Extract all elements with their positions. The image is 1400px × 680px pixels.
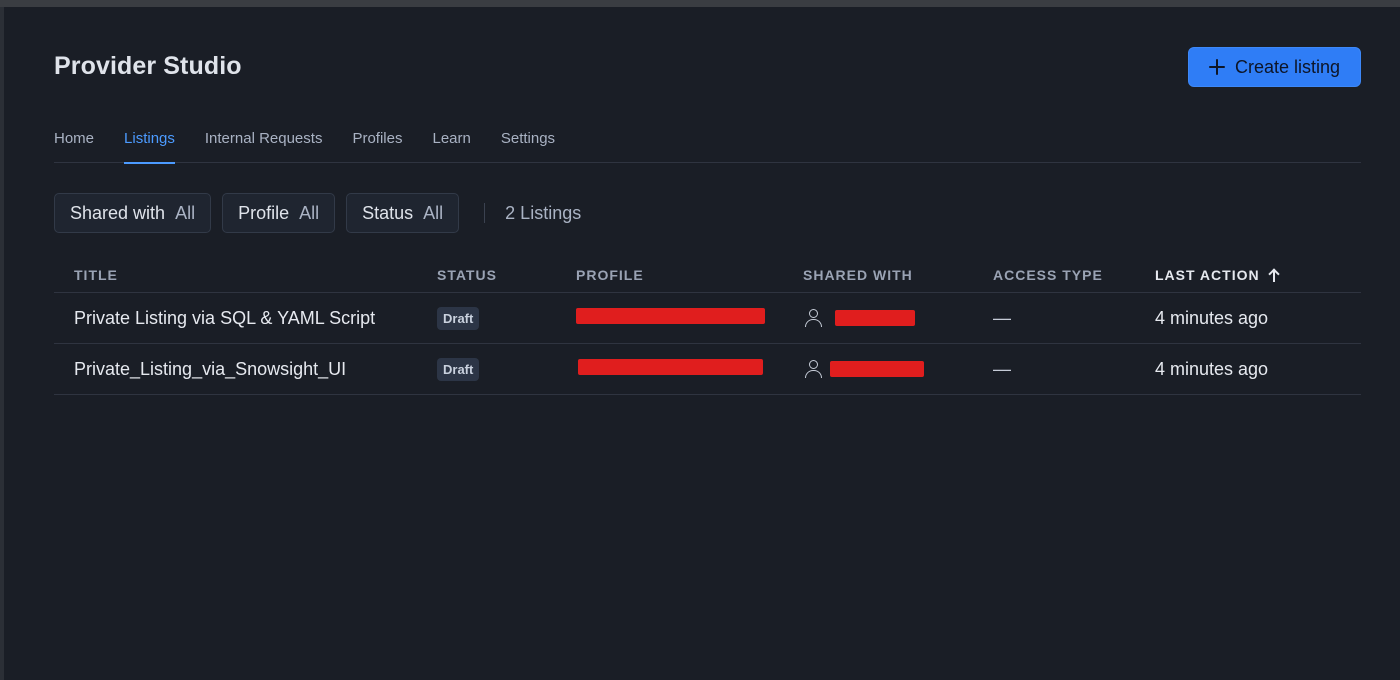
page-header: Provider Studio Create listing: [54, 7, 1361, 107]
provider-studio-page: Provider Studio Create listing Home List…: [54, 7, 1361, 395]
create-listing-label: Create listing: [1234, 56, 1341, 77]
column-header-title[interactable]: TITLE: [54, 267, 437, 283]
filter-value: All: [175, 202, 196, 223]
status-filter[interactable]: Status All: [346, 193, 460, 233]
tab-bar: Home Listings Internal Requests Profiles…: [54, 127, 1361, 164]
tab-profiles[interactable]: Profiles: [352, 127, 402, 163]
filter-bar: Shared with All Profile All Status All 2…: [54, 193, 581, 233]
access-type-cell: —: [993, 358, 1011, 379]
user-icon: [803, 359, 823, 379]
last-action-cell: 4 minutes ago: [1155, 358, 1269, 379]
window-top-bar: [0, 0, 1400, 7]
profile-filter[interactable]: Profile All: [222, 193, 336, 233]
table-header: TITLE STATUS PROFILE SHARED WITH ACCESS …: [54, 257, 1361, 293]
filter-label: Status: [362, 202, 414, 223]
filter-value: All: [423, 202, 444, 223]
access-type-cell: —: [993, 307, 1011, 328]
sort-arrow-up-icon: [1268, 268, 1280, 282]
user-icon: [803, 308, 823, 328]
shared-with-cell: [803, 308, 993, 328]
listing-title[interactable]: Private_Listing_via_Snowsight_UI: [54, 359, 437, 380]
status-badge: Draft: [437, 357, 480, 381]
last-action-cell: 4 minutes ago: [1155, 307, 1269, 328]
profile-cell: [576, 307, 803, 329]
filter-value: All: [299, 202, 320, 223]
column-header-access-type[interactable]: ACCESS TYPE: [993, 267, 1155, 283]
redacted-shared-with: [830, 361, 924, 377]
filter-label: Profile: [238, 202, 290, 223]
shared-with-cell: [803, 359, 993, 379]
tab-settings[interactable]: Settings: [501, 127, 555, 163]
window-left-edge: [0, 7, 4, 680]
filter-divider: [484, 203, 486, 223]
redacted-profile: [578, 358, 763, 375]
column-header-label: LAST ACTION: [1155, 266, 1260, 283]
listing-count: 2 Listings: [505, 202, 582, 223]
column-header-last-action[interactable]: LAST ACTION: [1155, 267, 1361, 283]
table-row[interactable]: Private_Listing_via_Snowsight_UI Draft —…: [54, 344, 1361, 395]
listings-table: TITLE STATUS PROFILE SHARED WITH ACCESS …: [54, 257, 1361, 395]
plus-icon: [1208, 59, 1225, 75]
create-listing-button[interactable]: Create listing: [1188, 47, 1361, 87]
filter-label: Shared with: [70, 202, 166, 223]
table-row[interactable]: Private Listing via SQL & YAML Script Dr…: [54, 293, 1361, 344]
redacted-profile: [576, 307, 765, 324]
page-title: Provider Studio: [54, 52, 242, 80]
tab-home[interactable]: Home: [54, 127, 94, 163]
status-cell: Draft: [437, 306, 576, 330]
listing-title[interactable]: Private Listing via SQL & YAML Script: [54, 308, 437, 329]
profile-cell: [576, 358, 803, 380]
status-cell: Draft: [437, 357, 576, 381]
column-header-profile[interactable]: PROFILE: [576, 267, 803, 283]
shared-with-filter[interactable]: Shared with All: [54, 193, 212, 233]
tab-internal-requests[interactable]: Internal Requests: [205, 127, 323, 163]
redacted-shared-with: [835, 310, 915, 326]
column-header-shared-with[interactable]: SHARED WITH: [803, 267, 993, 283]
tab-learn[interactable]: Learn: [432, 127, 470, 163]
column-header-status[interactable]: STATUS: [437, 267, 576, 283]
tab-listings[interactable]: Listings: [124, 127, 175, 164]
status-badge: Draft: [437, 306, 480, 330]
